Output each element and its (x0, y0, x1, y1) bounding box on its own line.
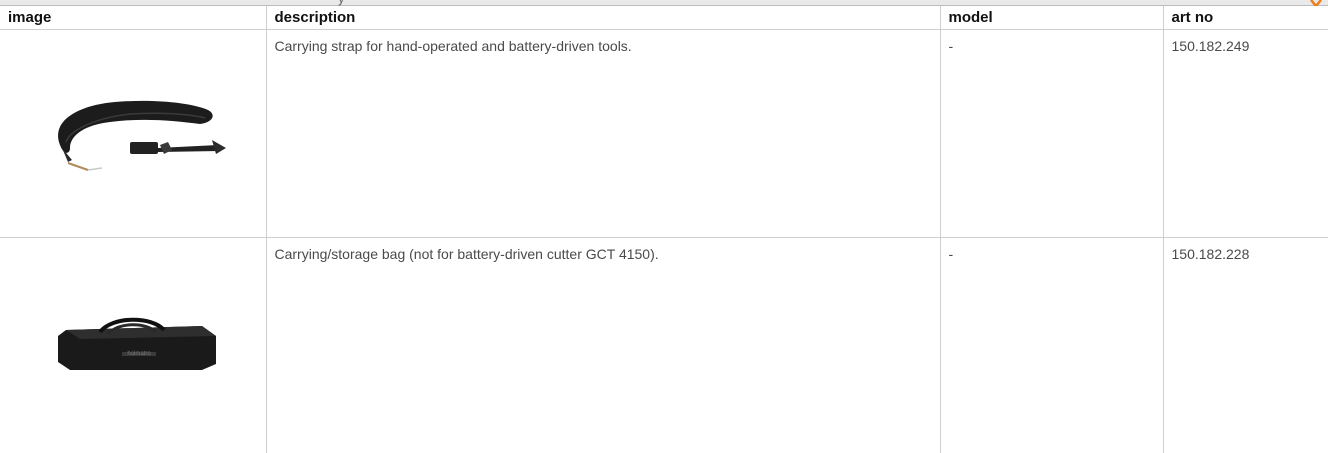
column-header-description: description (265, 6, 940, 30)
bag-logo-text: holmatro (127, 351, 151, 357)
model-cell: - (939, 237, 1163, 453)
accessories-table: image description model art no Carrying … (0, 6, 1328, 453)
column-header-image: image (0, 6, 266, 30)
description-cell: Carrying/storage bag (not for battery-dr… (265, 237, 940, 453)
image-cell: holmatro (0, 237, 266, 453)
carrying-strap-photo (58, 100, 226, 171)
art-no-cell: 150.182.249 (1162, 29, 1328, 238)
description-cell: Carrying strap for hand-operated and bat… (265, 29, 940, 238)
art-no-cell: 150.182.228 (1162, 237, 1328, 453)
column-header-art-no: art no (1162, 6, 1328, 30)
image-cell (0, 29, 266, 238)
column-header-model: model (939, 6, 1163, 30)
model-cell: - (939, 29, 1163, 238)
storage-bag-photo: holmatro (58, 317, 216, 370)
table-row: holmatro Carrying/storage bag (not for b… (0, 237, 1328, 453)
table-header-row: image description model art no (0, 6, 1328, 30)
table-row: Carrying strap for hand-operated and bat… (0, 29, 1328, 238)
